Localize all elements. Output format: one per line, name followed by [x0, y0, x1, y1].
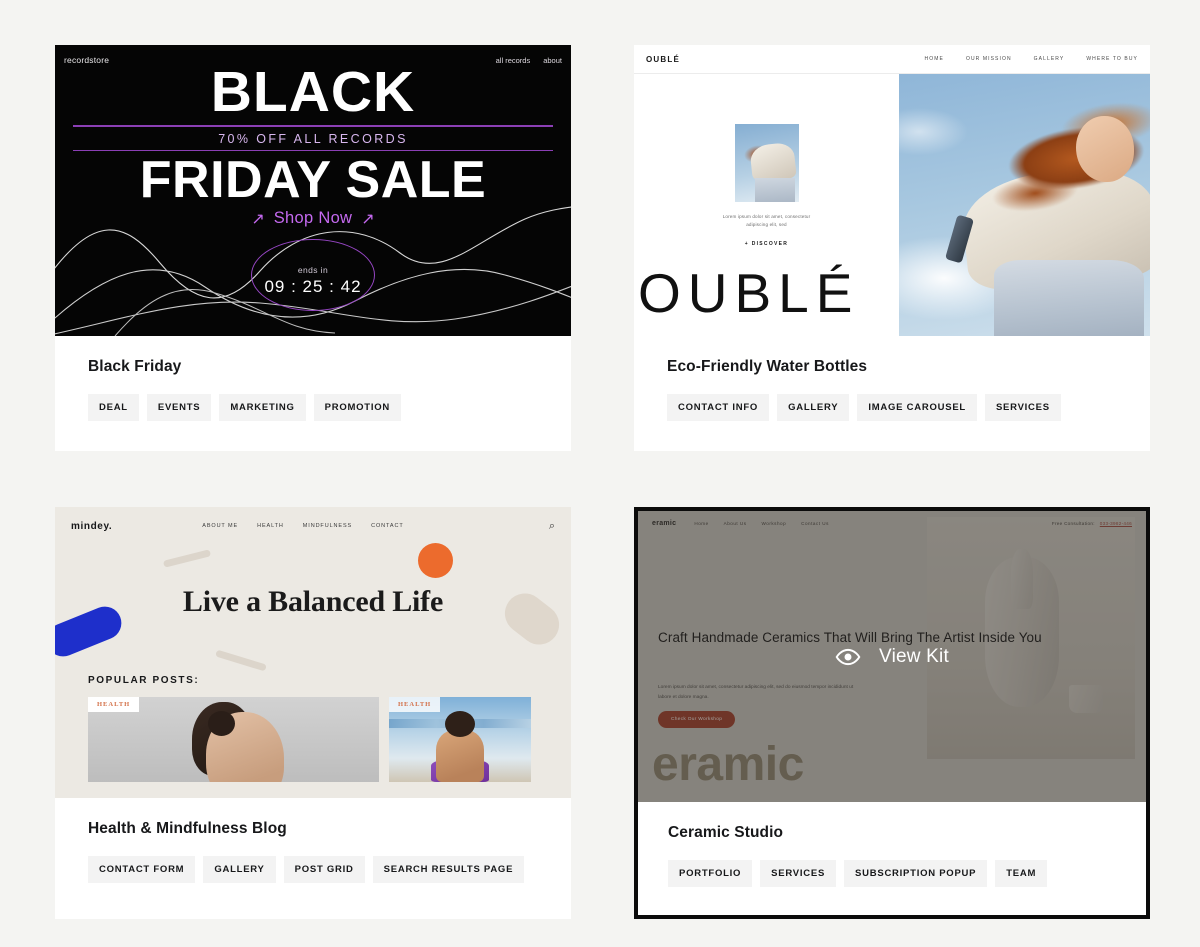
card-tag-list: DEAL EVENTS MARKETING PROMOTION: [88, 394, 538, 421]
search-icon[interactable]: ⌕: [549, 520, 555, 533]
tag-deal[interactable]: DEAL: [88, 394, 139, 421]
tag-team[interactable]: TEAM: [995, 860, 1048, 887]
hero-subhead-block: 70% OFF ALL RECORDS: [73, 125, 553, 152]
hero-body-text: Lorem ipsum dolor sit amet, consectetur …: [722, 214, 811, 228]
template-card-ceramic-studio[interactable]: eramic Home About Us Workshop Contact Us…: [634, 507, 1150, 919]
template-card-eco-friendly-water-bottles[interactable]: OUBLÉ HOME OUR MISSION GALLERY WHERE TO …: [634, 45, 1150, 451]
post-grid: HEALTH HEALTH: [88, 697, 571, 782]
preview-nav-links: HOME OUR MISSION GALLERY WHERE TO BUY: [925, 56, 1138, 62]
brand-wordmark: OUBLÉ: [638, 262, 860, 324]
card-title: Health & Mindfulness Blog: [88, 820, 287, 837]
decorative-circle-orange: [418, 543, 453, 578]
timer-label: ends in: [297, 265, 329, 275]
hero-headline-secondary: FRIDAY SALE: [139, 151, 487, 210]
tag-promotion[interactable]: PROMOTION: [313, 394, 402, 421]
nav-link-mindfulness: MINDFULNESS: [302, 523, 353, 529]
preview-navbar: mindey. ABOUT ME HEALTH MINDFULNESS CONT…: [55, 507, 571, 545]
post-badge-health-1: HEALTH: [88, 697, 140, 712]
post-card-2[interactable]: HEALTH: [389, 697, 531, 782]
card-meta: Health & Mindfulness Blog CONTACT FORM G…: [55, 798, 571, 913]
timer-value: 09 : 25 : 42: [264, 277, 362, 296]
countdown-timer: ends in 09 : 25 : 42: [251, 265, 375, 297]
section-label: POPULAR POSTS:: [88, 675, 200, 686]
card-tag-list: PORTFOLIO SERVICES SUBSCRIPTION POPUP TE…: [668, 860, 1116, 887]
tag-marketing[interactable]: MARKETING: [219, 394, 306, 421]
tag-subscription-popup[interactable]: SUBSCRIPTION POPUP: [844, 860, 988, 887]
card-thumbnail[interactable]: mindey. ABOUT ME HEALTH MINDFULNESS CONT…: [55, 507, 571, 798]
mini-jeans-layer: [754, 178, 795, 202]
hero-headline: Live a Balanced Life: [182, 585, 444, 618]
tag-gallery[interactable]: GALLERY: [203, 856, 276, 883]
post-image-2-body: [436, 730, 484, 782]
nav-link-gallery: GALLERY: [1033, 56, 1065, 62]
black-friday-preview: recordstore all records about BLACK 70% …: [55, 45, 571, 336]
decorative-stick-beige-2: [215, 649, 267, 672]
tag-services[interactable]: SERVICES: [984, 394, 1061, 421]
card-title: Eco-Friendly Water Bottles: [667, 358, 868, 375]
arrow-up-right-icon-right: ↗: [361, 210, 375, 228]
nav-link-all-records: all records: [495, 55, 531, 65]
card-meta: Ceramic Studio PORTFOLIO SERVICES SUBSCR…: [638, 802, 1146, 915]
card-tag-list: CONTACT FORM GALLERY POST GRID SEARCH RE…: [88, 856, 538, 883]
view-kit-label: View Kit: [879, 645, 949, 667]
nav-link-home: HOME: [924, 56, 944, 62]
thumbnail-photo: [734, 124, 799, 202]
card-tag-list: CONTACT INFO GALLERY IMAGE CAROUSEL SERV…: [667, 394, 1117, 421]
mindey-preview: mindey. ABOUT ME HEALTH MINDFULNESS CONT…: [55, 507, 571, 798]
nav-link-our-mission: OUR MISSION: [965, 56, 1012, 62]
post-badge-health-2: HEALTH: [389, 697, 441, 712]
template-card-health-mindfulness-blog[interactable]: mindey. ABOUT ME HEALTH MINDFULNESS CONT…: [55, 507, 571, 919]
card-thumbnail[interactable]: OUBLÉ HOME OUR MISSION GALLERY WHERE TO …: [634, 45, 1150, 336]
photo-face-layer: [1076, 116, 1134, 182]
eye-icon: [835, 648, 861, 665]
decorative-stick-beige-1: [162, 549, 212, 568]
tag-image-carousel[interactable]: IMAGE CAROUSEL: [857, 394, 977, 421]
tag-search-results-page[interactable]: SEARCH RESULTS PAGE: [372, 856, 525, 883]
hero-subheadline: 70% OFF ALL RECORDS: [218, 131, 408, 146]
nav-link-contact: CONTACT: [371, 523, 404, 529]
nav-link-about: about: [543, 55, 562, 65]
card-title: Ceramic Studio: [668, 824, 784, 841]
tag-gallery[interactable]: GALLERY: [777, 394, 850, 421]
nav-link-about-me: ABOUT ME: [202, 523, 239, 529]
template-card-black-friday[interactable]: recordstore all records about BLACK 70% …: [55, 45, 571, 451]
preview-nav-links: all records about: [496, 56, 562, 65]
hero-photo: [899, 74, 1150, 336]
card-thumbnail[interactable]: eramic Home About Us Workshop Contact Us…: [638, 511, 1146, 802]
tag-services[interactable]: SERVICES: [760, 860, 837, 887]
card-meta: Eco-Friendly Water Bottles CONTACT INFO …: [634, 336, 1150, 451]
photo-jeans-layer: [994, 260, 1144, 336]
post-image-1-bun: [208, 711, 235, 736]
site-logo: mindey.: [71, 520, 113, 532]
tag-portfolio[interactable]: PORTFOLIO: [668, 860, 753, 887]
preview-nav-links: ABOUT ME HEALTH MINDFULNESS CONTACT: [202, 523, 403, 529]
preview-navbar: recordstore all records about: [55, 55, 571, 65]
preview-hero: BLACK 70% OFF ALL RECORDS FRIDAY SALE ↗ …: [55, 45, 571, 229]
tag-contact-form[interactable]: CONTACT FORM: [88, 856, 196, 883]
tag-events[interactable]: EVENTS: [146, 394, 212, 421]
hero-headline-primary: BLACK: [210, 60, 416, 124]
card-meta: Black Friday DEAL EVENTS MARKETING PROMO…: [55, 336, 571, 451]
hero-cta[interactable]: ↗ Shop Now ↗: [55, 209, 571, 229]
preview-navbar: OUBLÉ HOME OUR MISSION GALLERY WHERE TO …: [634, 45, 1150, 74]
nav-link-health: HEALTH: [257, 523, 284, 529]
hero-cta-label: Shop Now: [273, 209, 353, 228]
nav-link-where-to-buy: WHERE TO BUY: [1086, 56, 1138, 62]
post-image-2-hair: [445, 711, 475, 737]
tag-contact-info[interactable]: CONTACT INFO: [667, 394, 770, 421]
site-logo: recordstore: [64, 55, 110, 65]
discover-link[interactable]: + DISCOVER: [745, 241, 788, 247]
template-card-grid: recordstore all records about BLACK 70% …: [55, 45, 1152, 919]
hover-overlay[interactable]: View Kit: [638, 511, 1146, 802]
post-card-1[interactable]: HEALTH: [88, 697, 379, 782]
ceramic-preview: eramic Home About Us Workshop Contact Us…: [638, 511, 1146, 802]
ouble-preview: OUBLÉ HOME OUR MISSION GALLERY WHERE TO …: [634, 45, 1150, 336]
arrow-up-right-icon-left: ↗: [251, 210, 265, 228]
card-thumbnail[interactable]: recordstore all records about BLACK 70% …: [55, 45, 571, 336]
site-logo: OUBLÉ: [646, 54, 680, 64]
card-title: Black Friday: [88, 358, 182, 375]
tag-post-grid[interactable]: POST GRID: [283, 856, 365, 883]
